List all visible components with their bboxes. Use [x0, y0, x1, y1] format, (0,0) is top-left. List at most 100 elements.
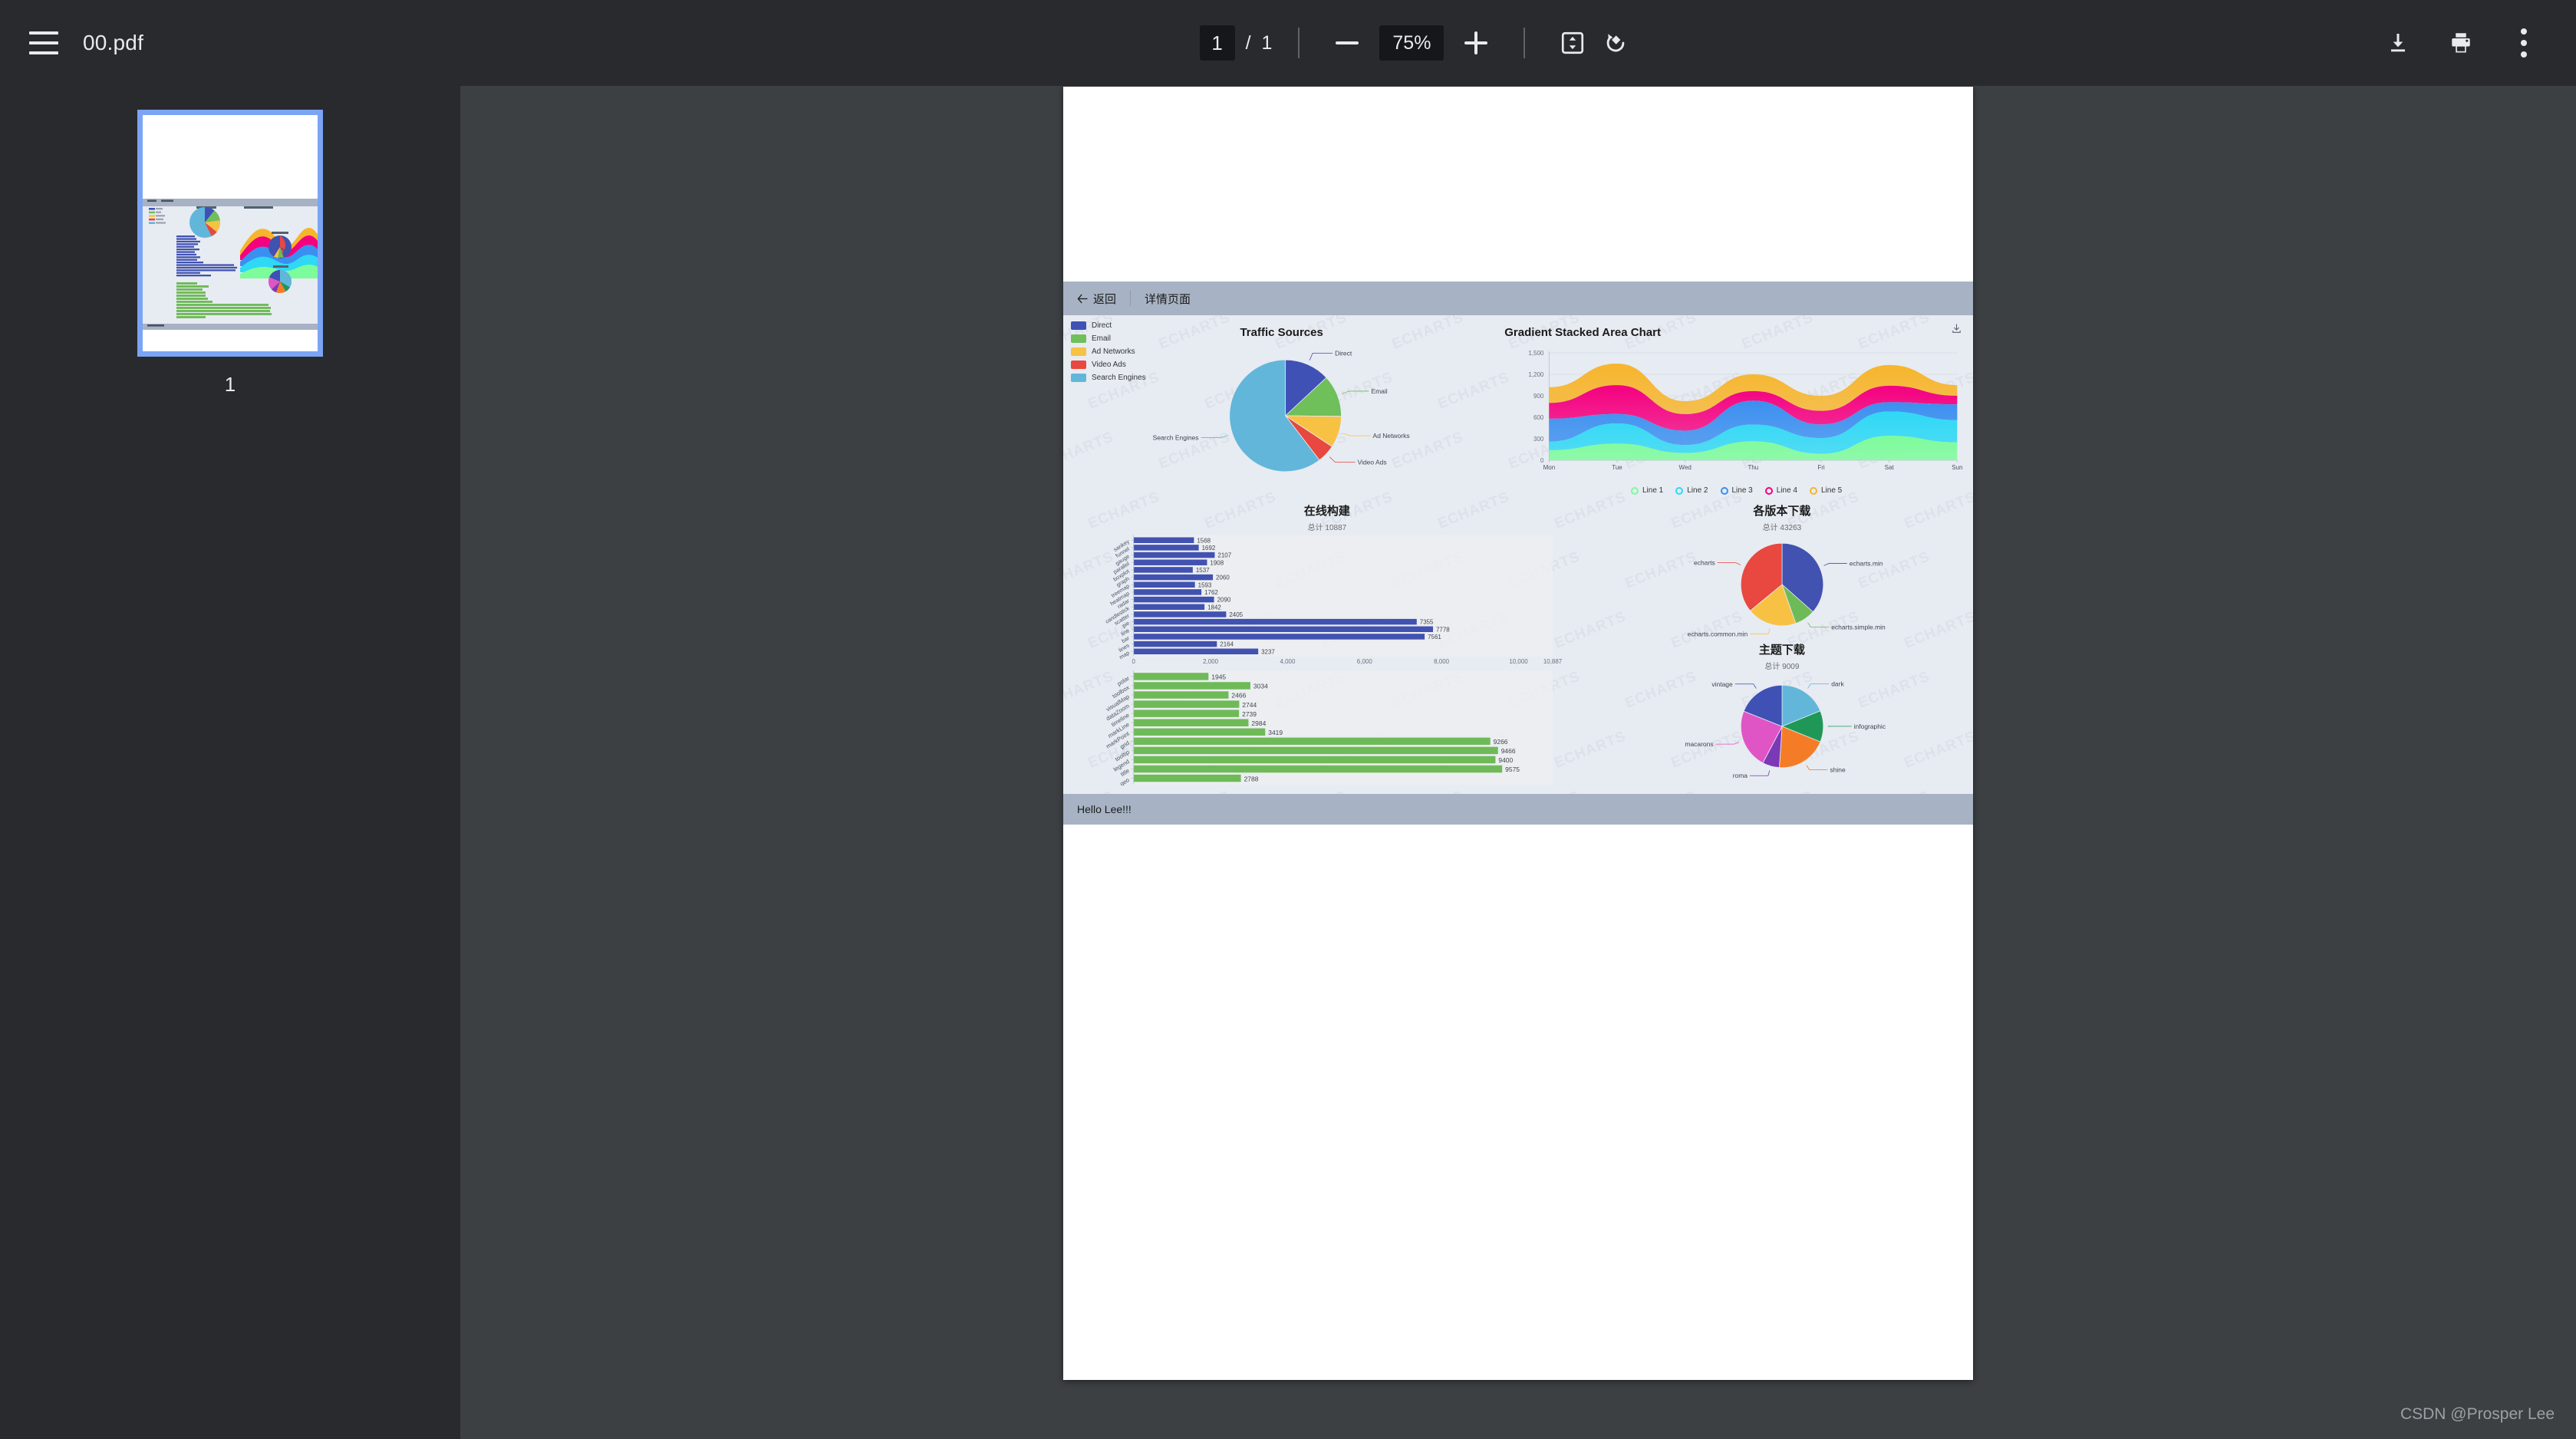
bar[interactable] [1133, 746, 1498, 755]
bar-value-label: 1537 [1196, 567, 1210, 574]
pie-label: Email [1371, 387, 1387, 395]
bar[interactable] [1133, 604, 1205, 610]
bar[interactable] [1133, 710, 1240, 717]
zoom-in-button[interactable] [1454, 21, 1497, 64]
x-axis-tick: 8,000 [1434, 658, 1450, 665]
theme-downloads-pie[interactable]: dark infographic shine roma macarons vintage [1591, 671, 1973, 786]
bar[interactable] [1133, 626, 1434, 633]
bar[interactable] [1133, 765, 1503, 773]
back-button[interactable]: 返回 [1077, 291, 1116, 307]
bar[interactable] [1133, 774, 1241, 782]
x-axis-tick: 4,000 [1280, 658, 1296, 665]
bar-value-label: 1692 [1202, 545, 1216, 552]
zoom-level-input[interactable]: 75% [1379, 25, 1444, 61]
x-axis-tick: Tue [1612, 464, 1623, 471]
thumbnail-mini-charts [147, 199, 318, 327]
bar[interactable] [1133, 611, 1227, 617]
pie-label: vintage [1711, 680, 1733, 688]
pie-label: Search Engines [1153, 434, 1199, 442]
bar[interactable] [1133, 552, 1215, 558]
navbar-divider [1130, 291, 1132, 306]
chart-gradient-area[interactable]: Gradient Stacked Area Chart 0 300 600 900 1,… [1500, 315, 1973, 498]
legend-item[interactable]: Direct [1071, 321, 1146, 330]
hamburger-menu-icon[interactable] [29, 31, 58, 54]
legend-item[interactable]: Line 3 [1720, 486, 1753, 495]
bar[interactable] [1133, 581, 1195, 588]
legend-item[interactable]: Email [1071, 334, 1146, 343]
bar[interactable] [1133, 589, 1202, 595]
legend-item[interactable]: Ad Networks [1071, 347, 1146, 356]
pie-label-leader [1309, 353, 1333, 361]
pdf-viewer-canvas[interactable]: 返回 详情页面 ECHARTS ECHARTS ECHARTS ECHARTS ECHA… [460, 86, 2576, 1439]
bar[interactable] [1133, 634, 1425, 640]
legend-item[interactable]: Line 4 [1764, 486, 1797, 495]
page-count: 1 [1261, 31, 1273, 54]
chart-traffic-sources[interactable]: Traffic Sources Direct Email Ad Networks… [1063, 315, 1500, 498]
legend-item[interactable]: Search Engines [1071, 374, 1146, 382]
legend-label: Search Engines [1092, 374, 1146, 382]
thumbnail-page-label: 1 [224, 373, 236, 396]
bar[interactable] [1133, 648, 1259, 655]
area-chart-save-button[interactable] [1951, 323, 1962, 334]
pie-label-leader [1201, 434, 1229, 438]
bar-category-label: geo [1118, 776, 1130, 785]
legend-marker [1810, 486, 1817, 495]
bar[interactable] [1133, 719, 1249, 726]
page-separator: / [1245, 31, 1251, 54]
legend-item[interactable]: Line 2 [1675, 486, 1708, 495]
bar[interactable] [1133, 559, 1207, 565]
x-axis-tick: Thu [1748, 464, 1759, 471]
legend-marker [1631, 486, 1639, 495]
version-downloads-subtitle: 总计 43263 [1762, 524, 1802, 532]
bar[interactable] [1133, 545, 1199, 551]
arrow-left-icon [1077, 294, 1088, 303]
traffic-sources-legend[interactable]: Direct Email Ad Networks Video Ads Searc… [1071, 321, 1146, 387]
print-button[interactable] [2439, 21, 2482, 64]
bar[interactable] [1133, 618, 1417, 625]
bar[interactable] [1133, 700, 1240, 708]
legend-swatch [1071, 361, 1086, 369]
bar[interactable] [1133, 673, 1209, 680]
pie-label: roma [1733, 772, 1748, 779]
pie-label-leader [1823, 563, 1847, 566]
bar[interactable] [1133, 567, 1193, 573]
bar-value-label: 2788 [1244, 775, 1259, 782]
x-axis-tick: Sat [1885, 464, 1895, 471]
more-options-button[interactable] [2502, 21, 2545, 64]
rotate-button[interactable] [1594, 21, 1637, 64]
back-label: 返回 [1093, 292, 1117, 306]
thumbnail-preview [143, 115, 318, 351]
x-axis-tick: Mon [1543, 464, 1556, 471]
legend-item[interactable]: Video Ads [1071, 361, 1146, 369]
bar[interactable] [1133, 728, 1266, 736]
zoom-out-button[interactable] [1326, 21, 1369, 64]
charts-row-top: Traffic Sources Direct Email Ad Networks… [1063, 315, 1973, 498]
bar-value-label: 1568 [1197, 537, 1211, 544]
chart-online-build[interactable]: 在线构建 总计 10887 1568 sankey 1692 funnel 2107 ga… [1063, 498, 1591, 786]
bar[interactable] [1133, 682, 1250, 690]
legend-item[interactable]: Line 1 [1631, 486, 1663, 495]
area-chart-legend[interactable]: Line 1 Line 2 Line 3 Line 4 Line 5 [1500, 486, 1973, 495]
legend-item[interactable]: Line 5 [1810, 486, 1842, 495]
online-build-subtitle: 总计 10887 [1307, 524, 1347, 532]
bar[interactable] [1133, 756, 1496, 764]
page-number-input[interactable]: 1 [1199, 25, 1235, 61]
bar[interactable] [1133, 537, 1194, 543]
pie-label: Direct [1335, 350, 1352, 357]
bar[interactable] [1133, 574, 1214, 581]
bar[interactable] [1133, 691, 1229, 699]
version-downloads-pie[interactable]: echarts.min echarts.simple.min echarts.com… [1591, 532, 1973, 640]
bar[interactable] [1133, 640, 1217, 647]
thumbnail-page-1[interactable] [138, 110, 322, 356]
fit-to-page-button[interactable] [1551, 21, 1594, 64]
bar-value-label: 1593 [1198, 581, 1212, 588]
embedded-dashboard: 返回 详情页面 ECHARTS ECHARTS ECHARTS ECHARTS ECHA… [1063, 282, 1973, 825]
bar[interactable] [1133, 737, 1491, 746]
pie-label-leader [1734, 683, 1757, 689]
pie-label-leader [1806, 765, 1828, 770]
bar[interactable] [1133, 596, 1214, 603]
bar-value-label: 2060 [1216, 575, 1230, 581]
online-build-bars: 1568sankey 1692funnel 2107gauge 1908paralle… [1105, 535, 1563, 785]
download-button[interactable] [2377, 21, 2420, 64]
download-icon [2391, 34, 2405, 52]
